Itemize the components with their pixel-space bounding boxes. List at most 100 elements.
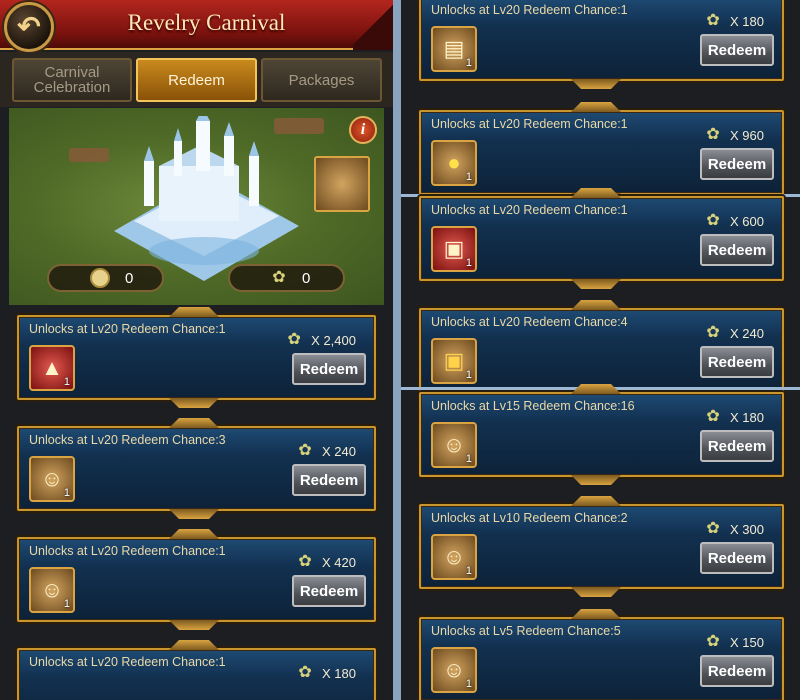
coin-icon xyxy=(90,268,110,288)
back-arrow-icon: ↶ xyxy=(17,11,41,42)
carnival-token-icon: ✿ xyxy=(287,331,301,348)
item-quantity: 1 xyxy=(63,487,70,499)
cost-value: X 960 xyxy=(730,127,764,143)
cost-value: X 180 xyxy=(730,409,764,425)
carnival-token-icon: ✿ xyxy=(298,664,312,681)
item-quantity: 1 xyxy=(63,376,70,388)
carnival-token-icon: ✿ xyxy=(706,633,720,650)
redeem-card: Unlocks at Lv20 Redeem Chance:1 ✿ X 180 … xyxy=(419,0,784,81)
item-quantity: 1 xyxy=(63,598,70,610)
cost-value: X 600 xyxy=(730,213,764,229)
redeem-button[interactable]: Redeem xyxy=(292,353,366,385)
carnival-token-icon: ✿ xyxy=(706,212,720,229)
reward-item[interactable]: ▲ 1 xyxy=(29,345,75,391)
right-screen: Unlocks at Lv20 Redeem Chance:1 ✿ X 180 … xyxy=(401,0,800,700)
tab-redeem[interactable]: Redeem xyxy=(136,58,257,102)
redeem-button[interactable]: Redeem xyxy=(292,575,366,607)
tab-carnival-celebration[interactable]: Carnival Celebration xyxy=(12,58,132,102)
carnival-token-icon: ✿ xyxy=(298,553,312,570)
info-icon: i xyxy=(360,121,366,138)
redeem-card: Unlocks at Lv5 Redeem Chance:5 ✿ X 150 ☺… xyxy=(419,617,784,700)
item-quantity: 1 xyxy=(465,171,472,183)
info-button[interactable]: i xyxy=(349,116,377,144)
ice-castle-image xyxy=(114,116,299,281)
unlock-text: Unlocks at Lv20 Redeem Chance:1 xyxy=(431,203,628,217)
unlock-text: Unlocks at Lv5 Redeem Chance:5 xyxy=(431,624,621,638)
unlock-text: Unlocks at Lv20 Redeem Chance:1 xyxy=(431,117,628,131)
unlock-text: Unlocks at Lv20 Redeem Chance:3 xyxy=(29,433,226,447)
coin-counter: 0 xyxy=(47,264,164,292)
cost-value: X 240 xyxy=(730,325,764,341)
unlock-text: Unlocks at Lv15 Redeem Chance:16 xyxy=(431,399,635,413)
reward-item[interactable]: ☺ 1 xyxy=(29,456,75,502)
item-quantity: 1 xyxy=(465,257,472,269)
reward-item[interactable]: ▣ 1 xyxy=(431,226,477,272)
cost: ✿ X 960 xyxy=(704,126,764,144)
tab-packages[interactable]: Packages xyxy=(261,58,382,102)
cost-value: X 180 xyxy=(322,665,356,681)
redeem-card: Unlocks at Lv20 Redeem Chance:1 ✿ X 420 … xyxy=(17,537,376,622)
redeem-card: Unlocks at Lv15 Redeem Chance:16 ✿ X 180… xyxy=(419,392,784,477)
item-quantity: 1 xyxy=(465,678,472,690)
coin-count: 0 xyxy=(125,269,134,287)
cost-value: X 150 xyxy=(730,634,764,650)
reward-item[interactable]: ☺ 1 xyxy=(431,647,477,693)
title-bar-corner xyxy=(353,0,393,50)
carnival-token-icon: ✿ xyxy=(272,269,286,286)
carnival-token-icon: ✿ xyxy=(706,324,720,341)
cost: ✿ X 240 xyxy=(704,324,764,342)
redeem-card: Unlocks at Lv10 Redeem Chance:2 ✿ X 300 … xyxy=(419,504,784,589)
redeem-button[interactable]: Redeem xyxy=(700,430,774,462)
cost: ✿ X 420 xyxy=(296,553,356,571)
redeem-button[interactable]: Redeem xyxy=(700,34,774,66)
token-count: 0 xyxy=(302,269,311,287)
redeem-button[interactable]: Redeem xyxy=(292,464,366,496)
redeem-card: Unlocks at Lv20 Redeem Chance:1 ✿ X 600 … xyxy=(419,196,784,281)
cost-value: X 240 xyxy=(322,443,356,459)
back-button[interactable]: ↶ xyxy=(4,2,54,52)
left-screen: Revelry Carnival ↶ Carnival Celebration … xyxy=(0,0,393,700)
dirt-patch xyxy=(69,148,109,162)
reward-item[interactable]: ☺ 1 xyxy=(431,534,477,580)
cost: ✿ X 180 xyxy=(704,12,764,30)
unlock-text: Unlocks at Lv10 Redeem Chance:2 xyxy=(431,511,628,525)
reward-item[interactable]: ● 1 xyxy=(431,140,477,186)
featured-scroll-item[interactable] xyxy=(314,156,370,212)
redeem-button[interactable]: Redeem xyxy=(700,346,774,378)
cost: ✿ X 600 xyxy=(704,212,764,230)
redeem-button[interactable]: Redeem xyxy=(700,542,774,574)
page-title: Revelry Carnival xyxy=(127,10,286,35)
cost: ✿ X 180 xyxy=(704,408,764,426)
reward-item[interactable]: ☺ 1 xyxy=(29,567,75,613)
redeem-button[interactable]: Redeem xyxy=(700,148,774,180)
item-quantity: 1 xyxy=(465,565,472,577)
item-quantity: 1 xyxy=(465,453,472,465)
carnival-token-icon: ✿ xyxy=(298,442,312,459)
unlock-text: Unlocks at Lv20 Redeem Chance:1 xyxy=(29,322,226,336)
cost-value: X 2,400 xyxy=(311,332,356,348)
unlock-text: Unlocks at Lv20 Redeem Chance:1 xyxy=(431,3,628,17)
redeem-button[interactable]: Redeem xyxy=(700,655,774,687)
cost: ✿ X 300 xyxy=(704,520,764,538)
tab-bar: Carnival Celebration Redeem Packages xyxy=(0,52,393,107)
carnival-token-icon: ✿ xyxy=(706,408,720,425)
redeem-card: Unlocks at Lv20 Redeem Chance:4 ✿ X 240 … xyxy=(419,308,784,393)
redeem-card: Unlocks at Lv20 Redeem Chance:3 ✿ X 240 … xyxy=(17,426,376,511)
title-bar: Revelry Carnival xyxy=(0,0,393,50)
cost: ✿ X 2,400 xyxy=(285,331,356,349)
reward-item[interactable]: ▣ 1 xyxy=(431,338,477,384)
item-quantity: 1 xyxy=(465,57,472,69)
event-banner: i 0 ✿ 0 xyxy=(9,108,384,305)
cost: ✿ X 180 xyxy=(296,664,356,682)
carnival-token-icon: ✿ xyxy=(706,520,720,537)
token-counter: ✿ 0 xyxy=(228,264,345,292)
reward-item[interactable]: ▤ 1 xyxy=(431,26,477,72)
redeem-card: Unlocks at Lv20 Redeem Chance:1 ✿ X 2,40… xyxy=(17,315,376,400)
reward-item[interactable]: ☺ 1 xyxy=(431,422,477,468)
carnival-token-icon: ✿ xyxy=(706,126,720,143)
unlock-text: Unlocks at Lv20 Redeem Chance:4 xyxy=(431,315,628,329)
cost: ✿ X 240 xyxy=(296,442,356,460)
cost: ✿ X 150 xyxy=(704,633,764,651)
redeem-button[interactable]: Redeem xyxy=(700,234,774,266)
cost-value: X 300 xyxy=(730,521,764,537)
